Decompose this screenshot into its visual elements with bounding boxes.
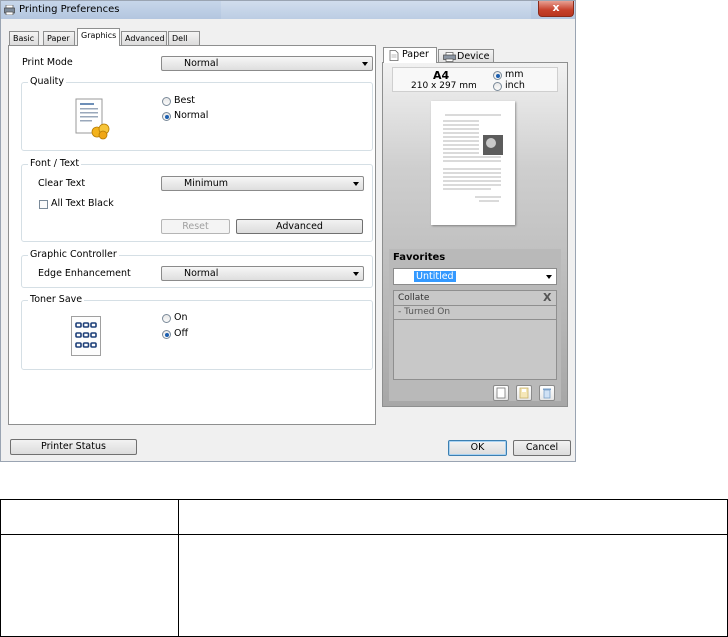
print-mode-value: Normal bbox=[184, 58, 219, 69]
toner-save-off-radio[interactable] bbox=[162, 330, 171, 339]
favorites-item-title: Collate bbox=[398, 293, 430, 303]
divider bbox=[394, 305, 556, 306]
reset-button[interactable]: Reset bbox=[161, 219, 230, 234]
table-header-cell bbox=[0, 498, 179, 536]
toner-save-off-label: Off bbox=[174, 328, 189, 339]
quality-document-icon bbox=[75, 98, 110, 140]
ok-button[interactable]: OK bbox=[448, 440, 507, 456]
quality-best-radio[interactable] bbox=[162, 97, 171, 106]
unit-inch-label: inch bbox=[505, 80, 525, 91]
quality-normal-radio[interactable] bbox=[162, 112, 171, 121]
table-header-cell bbox=[178, 498, 728, 536]
quality-group-label: Quality bbox=[28, 76, 66, 87]
page-thumbnail bbox=[431, 101, 515, 225]
cancel-button[interactable]: Cancel bbox=[513, 440, 571, 456]
graphic-controller-group-label: Graphic Controller bbox=[28, 249, 119, 260]
font-text-group-label: Font / Text bbox=[28, 158, 82, 169]
chevron-down-icon bbox=[353, 272, 359, 276]
chevron-down-icon bbox=[546, 275, 552, 279]
print-mode-dropdown[interactable]: Normal bbox=[161, 56, 373, 71]
clear-text-value: Minimum bbox=[184, 178, 229, 189]
toner-save-on-radio[interactable] bbox=[162, 314, 171, 323]
all-text-black-label: All Text Black bbox=[51, 198, 114, 209]
favorites-title: Favorites bbox=[393, 252, 446, 263]
quality-normal-label: Normal bbox=[174, 110, 209, 121]
quality-best-label: Best bbox=[174, 95, 196, 106]
clear-text-label: Clear Text bbox=[38, 178, 86, 189]
divider bbox=[394, 319, 556, 320]
printer-status-button[interactable]: Printer Status bbox=[10, 439, 137, 455]
tab-basic[interactable]: Basic bbox=[9, 31, 39, 45]
all-text-black-checkbox[interactable] bbox=[39, 200, 48, 209]
unit-mm-label: mm bbox=[505, 69, 524, 80]
table-cell bbox=[178, 534, 728, 637]
chevron-down-icon bbox=[353, 182, 359, 186]
save-icon bbox=[519, 387, 529, 399]
title-bar[interactable]: Printing Preferences x bbox=[1, 1, 575, 19]
advanced-button[interactable]: Advanced bbox=[236, 219, 363, 234]
favorites-settings-box: Collate X - Turned On bbox=[393, 290, 557, 380]
trash-icon bbox=[543, 388, 551, 399]
remove-setting-icon[interactable]: X bbox=[543, 291, 551, 304]
edge-enhancement-label: Edge Enhancement bbox=[38, 268, 131, 279]
paper-dims: 210 x 297 mm bbox=[411, 81, 477, 91]
new-favorite-button[interactable] bbox=[493, 385, 509, 401]
blank-page-icon bbox=[496, 387, 506, 399]
favorites-item-detail: - Turned On bbox=[398, 307, 451, 317]
printer-icon bbox=[4, 5, 15, 15]
tab-graphics[interactable]: Graphics bbox=[77, 28, 120, 46]
edge-enhancement-value: Normal bbox=[184, 268, 219, 279]
page-icon bbox=[389, 50, 399, 61]
paper-size-box: A4 210 x 297 mm mm inch bbox=[392, 67, 558, 92]
print-mode-label: Print Mode bbox=[22, 57, 73, 68]
printer-icon bbox=[443, 52, 456, 62]
chevron-down-icon bbox=[362, 62, 368, 66]
clear-text-dropdown[interactable]: Minimum bbox=[161, 176, 364, 191]
favorites-value: Untitled bbox=[414, 271, 456, 282]
window-title: Printing Preferences bbox=[19, 4, 120, 15]
description-table bbox=[0, 498, 728, 637]
toner-save-group-label: Toner Save bbox=[28, 294, 85, 305]
close-button[interactable]: x bbox=[538, 1, 574, 17]
save-favorite-button[interactable] bbox=[516, 385, 532, 401]
tab-paper[interactable]: Paper bbox=[43, 31, 75, 45]
edge-enhancement-dropdown[interactable]: Normal bbox=[161, 266, 364, 281]
tab-dell[interactable]: Dell bbox=[168, 31, 200, 45]
preview-tab-device-label: Device bbox=[457, 51, 490, 62]
toner-dots-icon bbox=[71, 316, 101, 356]
preview-tab-paper[interactable]: Paper bbox=[383, 47, 437, 63]
preview-tab-device[interactable]: Device bbox=[438, 49, 494, 63]
favorites-dropdown[interactable]: Untitled bbox=[393, 268, 557, 285]
unit-inch-radio[interactable] bbox=[493, 82, 502, 91]
title-bar-background-strip bbox=[221, 1, 531, 19]
printing-preferences-window: Printing Preferences x Basic Paper Graph… bbox=[0, 0, 576, 462]
toner-save-on-label: On bbox=[174, 312, 188, 323]
tab-advanced[interactable]: Advanced bbox=[121, 31, 167, 45]
unit-mm-radio[interactable] bbox=[493, 71, 502, 80]
preview-tab-paper-label: Paper bbox=[402, 49, 429, 60]
delete-favorite-button[interactable] bbox=[539, 385, 555, 401]
table-cell bbox=[0, 534, 179, 637]
